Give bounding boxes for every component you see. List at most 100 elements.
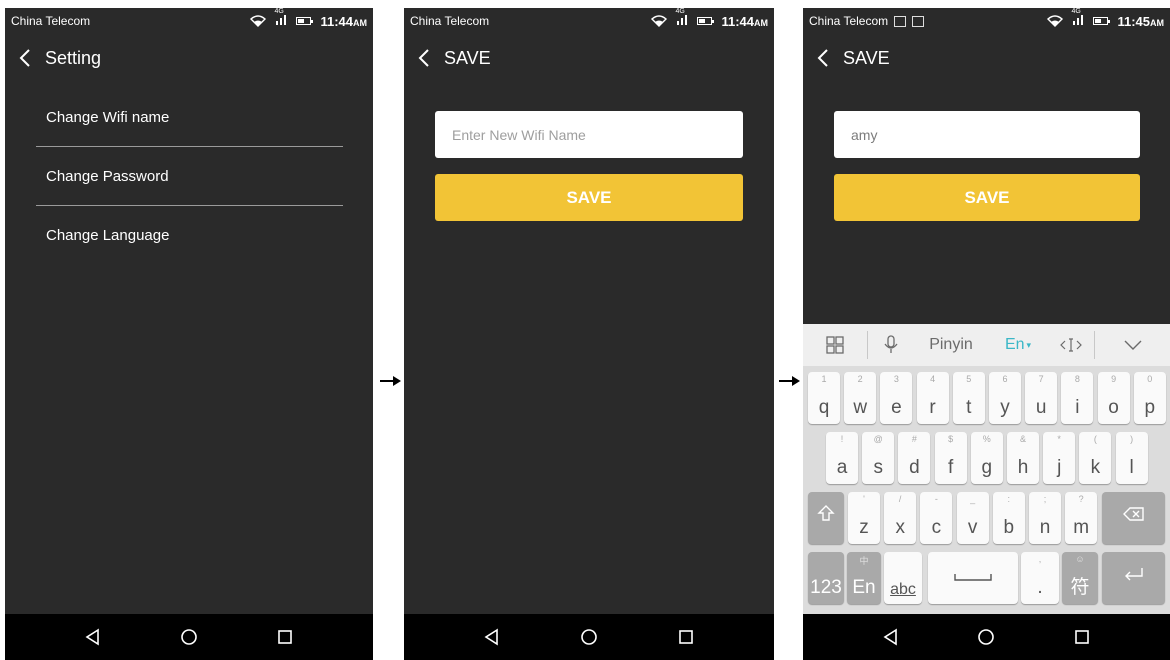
key-hint: @ — [873, 434, 883, 444]
key-v[interactable]: _ v — [956, 492, 989, 544]
enter-key[interactable] — [1102, 552, 1165, 604]
back-button[interactable] — [803, 48, 843, 68]
key-hint: ! — [840, 434, 844, 444]
key-label: j — [1057, 457, 1062, 478]
key-label: p — [1144, 397, 1156, 418]
key-label: abc — [890, 581, 916, 598]
space-key[interactable] — [928, 552, 1018, 604]
key-hint: % — [982, 434, 991, 444]
nav-back-icon[interactable] — [83, 627, 103, 647]
key-e[interactable]: 3e — [880, 372, 913, 424]
key-label: m — [1073, 517, 1090, 538]
battery-icon — [296, 17, 314, 25]
key-d[interactable]: # d — [898, 432, 931, 484]
key-label: z — [859, 517, 869, 538]
key-hint: _ — [970, 494, 976, 504]
nav-home-icon[interactable] — [579, 627, 599, 647]
key-k[interactable]: (k — [1079, 432, 1112, 484]
key-hint: 5 — [966, 374, 972, 384]
key-m[interactable]: ? m — [1065, 492, 1098, 544]
pinyin-mode[interactable]: Pinyin — [914, 324, 988, 366]
key-w[interactable]: 2w — [844, 372, 877, 424]
key-b[interactable]: :b — [992, 492, 1025, 544]
app-bar: SAVE — [803, 42, 1170, 74]
key-c[interactable]: -c — [920, 492, 953, 544]
key-h[interactable]: & h — [1007, 432, 1039, 484]
save-button[interactable]: SAVE — [834, 174, 1140, 221]
key-a[interactable]: ! a — [826, 432, 858, 484]
shift-key[interactable] — [808, 492, 844, 544]
key-z[interactable]: ' z — [848, 492, 880, 544]
key-label: v — [967, 517, 978, 538]
clock: 11:45AM — [1117, 13, 1164, 29]
key-u[interactable]: 7u — [1025, 372, 1058, 424]
period-key[interactable]: ,. — [1021, 552, 1059, 604]
menu-item-change-password[interactable]: Change Password — [36, 148, 343, 206]
microphone-icon[interactable] — [868, 324, 914, 366]
key-f[interactable]: $ f — [934, 432, 967, 484]
nav-back-icon[interactable] — [482, 627, 502, 647]
key-hint: ☺ — [1075, 554, 1085, 564]
nav-home-icon[interactable] — [976, 627, 996, 647]
key-hint: 9 — [1111, 374, 1117, 384]
battery-icon — [697, 17, 715, 25]
image-notification-icon — [912, 16, 925, 28]
key-y[interactable]: 6y — [989, 372, 1021, 424]
nav-recents-icon[interactable] — [676, 627, 696, 647]
nav-back-icon[interactable] — [881, 627, 901, 647]
key-n[interactable]: ; n — [1029, 492, 1061, 544]
key-label: w — [853, 397, 868, 418]
key-s[interactable]: @ s — [862, 432, 895, 484]
language-key[interactable]: 中 En — [847, 552, 881, 604]
backspace-key[interactable] — [1102, 492, 1165, 544]
key-label — [928, 566, 1018, 588]
page-title: SAVE — [843, 47, 890, 68]
key-q[interactable]: 1q — [808, 372, 840, 424]
signal-icon: 4G — [675, 8, 688, 27]
key-label: t — [966, 397, 972, 418]
key-i[interactable]: 8i — [1061, 372, 1094, 424]
back-button[interactable] — [404, 48, 444, 68]
key-x[interactable]: / x — [884, 492, 917, 544]
wifi-name-input[interactable]: amy — [834, 111, 1140, 158]
chevron-down-icon[interactable] — [1095, 324, 1170, 366]
menu-item-change-language[interactable]: Change Language — [36, 206, 343, 264]
status-bar: China Telecom 4G 11:44AM — [404, 8, 774, 34]
cursor-icon[interactable] — [1048, 324, 1094, 366]
key-hint: ? — [1078, 494, 1084, 504]
save-button[interactable]: SAVE — [435, 174, 743, 221]
app-bar: Setting — [5, 42, 373, 74]
key-hint: 3 — [893, 374, 899, 384]
key-label: c — [931, 517, 942, 538]
status-bar: China Telecom 4G 11:45AM — [803, 8, 1170, 34]
numbers-key[interactable]: 123 — [808, 552, 844, 604]
nav-recents-icon[interactable] — [1072, 627, 1092, 647]
menu-item-change-wifi-name[interactable]: Change Wifi name — [36, 89, 343, 147]
grid-icon[interactable] — [803, 324, 867, 366]
symbols-key[interactable]: ☺ 符 — [1062, 552, 1098, 604]
key-label: En — [852, 577, 876, 598]
abc-key[interactable]: abc — [884, 552, 922, 604]
key-l[interactable]: ) l — [1115, 432, 1148, 484]
key-g[interactable]: % g — [970, 432, 1003, 484]
nav-home-icon[interactable] — [179, 627, 199, 647]
key-t[interactable]: 5t — [952, 372, 985, 424]
key-o[interactable]: 9o — [1097, 372, 1130, 424]
key-j[interactable]: * j — [1043, 432, 1076, 484]
key-label — [1102, 506, 1165, 528]
back-button[interactable] — [5, 48, 45, 68]
key-label: d — [909, 457, 920, 478]
key-hint: 7 — [1038, 374, 1044, 384]
key-p[interactable]: 0p — [1133, 372, 1166, 424]
save-screen-typing: China Telecom 4G 11:45AM SAVE amy SAVE P… — [803, 8, 1170, 660]
wifi-name-input[interactable]: Enter New Wifi Name — [435, 111, 743, 158]
clock: 11:44AM — [721, 13, 768, 29]
english-mode[interactable]: En ▾ — [988, 324, 1048, 366]
signal-icon: 4G — [1071, 8, 1084, 27]
arrow-right-icon — [380, 376, 401, 386]
carrier-name: China Telecom — [11, 14, 91, 28]
nav-recents-icon[interactable] — [275, 627, 295, 647]
key-r[interactable]: 4r — [916, 372, 949, 424]
keyboard-notification-icon — [894, 16, 907, 28]
key-label: y — [1000, 397, 1010, 418]
